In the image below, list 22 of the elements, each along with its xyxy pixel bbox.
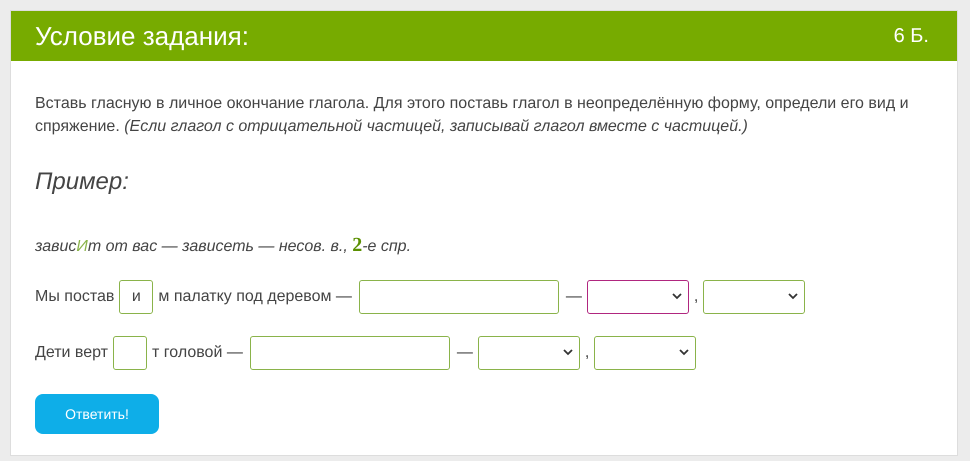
sentence-text: т головой —: [152, 343, 243, 363]
chevron-down-icon: [562, 349, 573, 356]
letter-input[interactable]: и: [119, 280, 154, 314]
example-heading: Пример:: [35, 167, 130, 197]
sentence-text: —: [456, 343, 473, 363]
example-text: зависИт от вас — зависеть — несов. в., 2-е спр.: [35, 233, 412, 258]
points-label: 6 Б.: [894, 24, 929, 49]
instruction-text: Вставь гласную в личное окончание глагола. Для этого поставь глагол в неопределённую форму, определи его вид и спряжение. (Если глагол с отрицательной частицей, записывай глагол вместе с частицей.): [35, 94, 910, 137]
answer-input[interactable]: [358, 280, 559, 314]
answer-input[interactable]: [250, 336, 450, 370]
sentence-text: ,: [584, 343, 590, 363]
sentence-text: ,: [694, 287, 698, 307]
sentence-text: Мы постав: [35, 287, 114, 307]
chevron-down-icon: [672, 293, 682, 300]
chevron-down-icon: [788, 293, 798, 300]
sentence-text: Дети верт: [35, 343, 108, 363]
sentence-text: м палатку под деревом —: [158, 287, 352, 307]
task-title: Условие задания:: [35, 20, 249, 52]
chevron-down-icon: [679, 349, 690, 356]
letter-input[interactable]: [113, 336, 148, 370]
sentence-text: —: [566, 287, 582, 307]
dropdown-select[interactable]: [586, 280, 689, 314]
